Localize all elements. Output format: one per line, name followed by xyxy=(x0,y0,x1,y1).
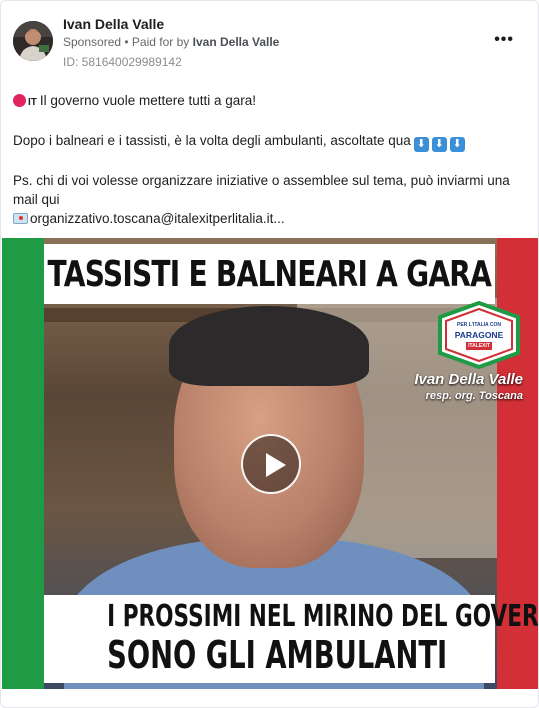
sponsored-label: Sponsored xyxy=(63,35,122,49)
video-bottom-line-1: I PROSSIMI NEL MIRINO DEL GOVERNO xyxy=(107,599,539,634)
red-circle-icon xyxy=(13,94,26,107)
email-link[interactable]: organizzativo.toscana@italexitperlitalia… xyxy=(30,211,285,226)
video-player[interactable]: TASSISTI E BALNEARI A GARA PER L'ITALIA … xyxy=(2,238,539,689)
author-name[interactable]: Ivan Della Valle xyxy=(63,16,164,32)
ad-card: Ivan Della Valle Sponsored • Paid for by… xyxy=(0,0,539,708)
body-headline: Il governo vuole mettere tutti a gara! xyxy=(39,93,257,108)
avatar[interactable] xyxy=(13,21,53,61)
down-arrow-icon: ⬇ xyxy=(431,137,447,152)
paid-for-by[interactable]: Ivan Della Valle xyxy=(193,35,280,49)
down-arrow-icon: ⬇ xyxy=(449,137,465,152)
body-line-2: Dopo i balneari e i tassisti, è la volta… xyxy=(13,131,528,152)
body-line-3: Ps. chi di voi volesse organizzare inizi… xyxy=(13,173,510,207)
speaker-hair xyxy=(169,306,369,386)
paid-for-prefix: • Paid for by xyxy=(124,35,190,49)
flag-label: IT xyxy=(28,97,37,108)
logo-bottom-text: ITALEXIT xyxy=(466,342,492,350)
sponsored-meta: Sponsored • Paid for by Ivan Della Valle xyxy=(63,35,279,49)
body-paragraph-2: Dopo i balneari e i tassisti, è la volta… xyxy=(13,133,411,148)
video-top-title: TASSISTI E BALNEARI A GARA xyxy=(47,253,492,295)
more-options-button[interactable]: ••• xyxy=(494,31,514,49)
party-logo: PER L'ITALIA CON PARAGONE ITALEXIT xyxy=(434,300,524,370)
logo-top-text: PER L'ITALIA CON xyxy=(457,322,501,328)
body-line-1: IT Il governo vuole mettere tutti a gara! xyxy=(13,91,528,112)
body-line-4: organizzativo.toscana@italexitperlitalia… xyxy=(13,209,528,228)
ad-body: IT Il governo vuole mettere tutti a gara!… xyxy=(13,91,528,228)
library-id: ID: 581640029989142 xyxy=(63,55,182,69)
video-bottom-line-2: SONO GLI AMBULANTI xyxy=(107,633,448,677)
avatar-image xyxy=(13,21,53,61)
flag-green-stripe xyxy=(2,238,44,689)
play-button-icon[interactable] xyxy=(241,434,301,494)
speaker-name-caption: Ivan Della Valle xyxy=(414,371,523,388)
video-top-banner: TASSISTI E BALNEARI A GARA xyxy=(44,244,495,304)
video-bottom-banner: I PROSSIMI NEL MIRINO DEL GOVERNO SONO G… xyxy=(44,595,539,683)
logo-main-text: PARAGONE xyxy=(454,330,504,340)
speaker-role-caption: resp. org. Toscana xyxy=(425,390,523,402)
mail-icon xyxy=(13,213,28,224)
down-arrow-icon: ⬇ xyxy=(413,137,429,152)
